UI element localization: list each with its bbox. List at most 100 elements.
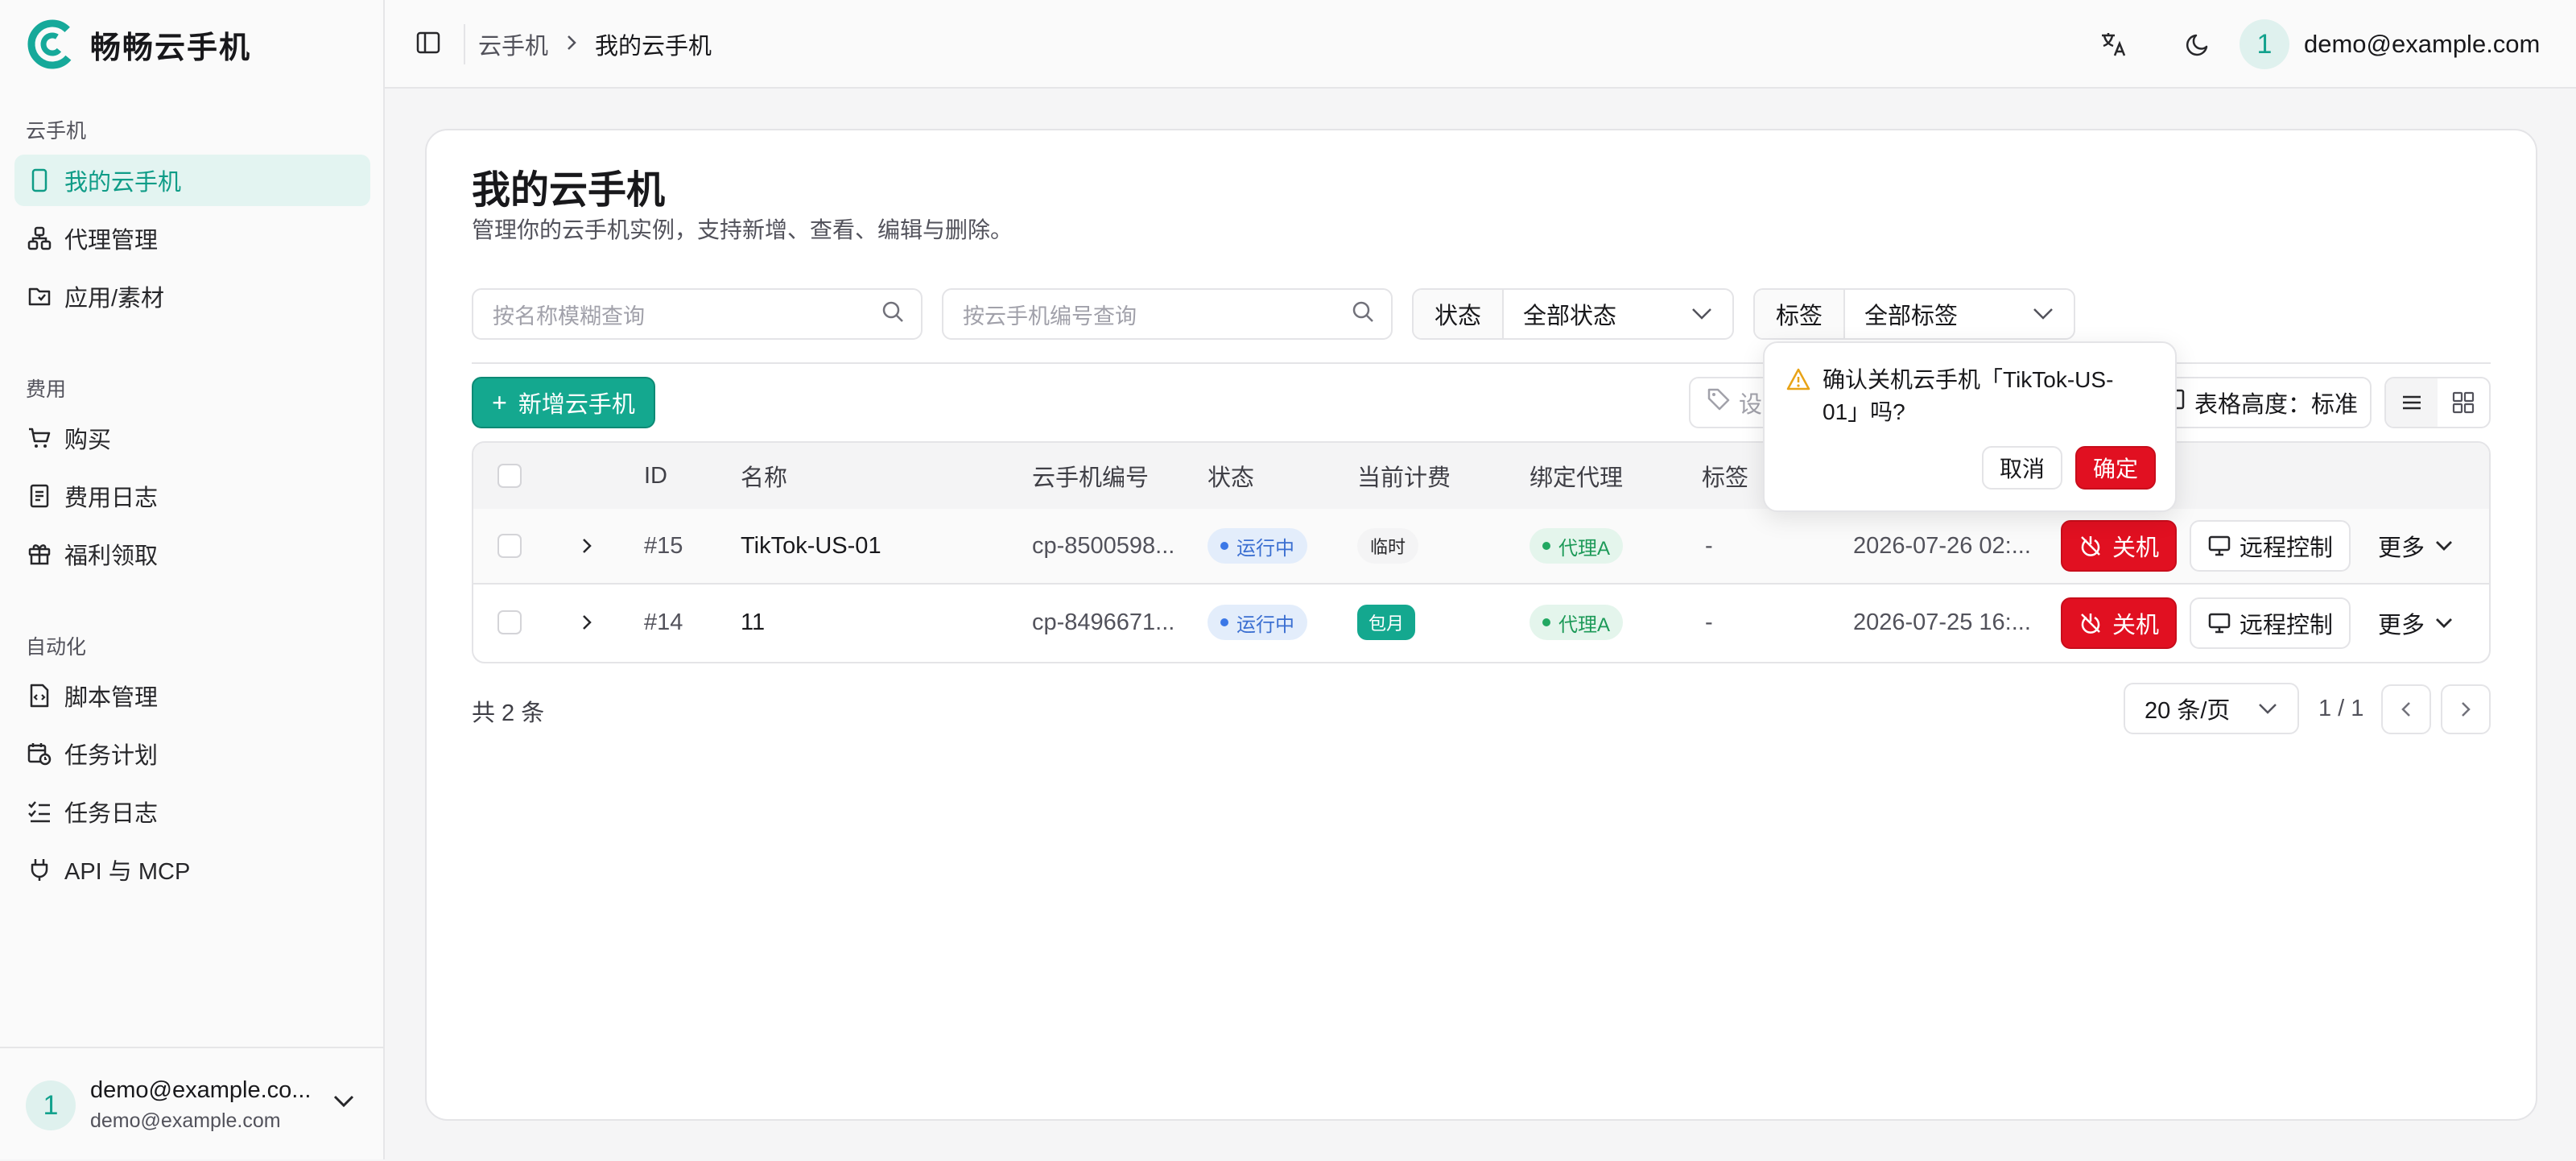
power-off-label: 关机 [2112, 613, 2159, 638]
phones-table: ID 名称 云手机编号 状态 当前计费 绑定代理 标签 #15 TikTok-U… [472, 441, 2491, 663]
power-off-button[interactable]: 关机 [2061, 597, 2177, 649]
row-serial: cp-8500598... [1032, 532, 1175, 559]
sidebar-user[interactable]: 1 demo@example.co... demo@example.com [0, 1047, 383, 1161]
sidebar-item-label: 福利领取 [64, 543, 159, 569]
translate-icon[interactable] [2099, 31, 2128, 62]
next-page-button[interactable] [2441, 684, 2491, 734]
page-size-select[interactable]: 20 条/页 [2124, 683, 2299, 734]
status-selected: 全部状态 [1523, 304, 1617, 329]
header-user-email[interactable]: demo@example.com [2304, 0, 2540, 89]
header-status[interactable]: 状态 [1208, 443, 1254, 509]
proxy-badge: 代理A [1530, 605, 1624, 640]
status-filter-value[interactable]: 全部状态 [1504, 297, 1732, 331]
expand-row-icon[interactable] [581, 585, 592, 660]
sidebar-item-schedule[interactable]: 任务计划 [14, 728, 370, 779]
sidebar-item-label: 任务日志 [64, 801, 159, 827]
list-view-button[interactable] [2386, 378, 2438, 427]
table-row[interactable]: #14 11 cp-8496671... 运行中 包月 代理A - 2026-0… [473, 585, 2489, 660]
row-checkbox[interactable] [497, 534, 522, 558]
row-checkbox[interactable] [497, 610, 522, 634]
status-badge: 运行中 [1208, 605, 1307, 640]
chevron-right-icon [2462, 702, 2471, 717]
power-off-label: 关机 [2112, 535, 2159, 561]
plug-icon [26, 856, 53, 883]
calendar-clock-icon [26, 740, 53, 767]
tag-filter-value[interactable]: 全部标签 [1845, 297, 2074, 331]
status-badge: 运行中 [1208, 528, 1307, 564]
row-time: 2026-07-25 16:... [1853, 609, 2031, 635]
proxy-badge: 代理A [1530, 528, 1624, 564]
header-proxy[interactable]: 绑定代理 [1530, 443, 1623, 509]
search-icon [881, 300, 905, 329]
sidebar-item-label: API 与 MCP [64, 859, 191, 885]
header-tag[interactable]: 标签 [1702, 443, 1748, 509]
list-check-icon [26, 798, 53, 825]
sidebar-item-billing-log[interactable]: 费用日志 [14, 470, 370, 522]
sidebar-item-apps[interactable]: 应用/素材 [14, 271, 370, 322]
row-id: #14 [644, 609, 683, 635]
cancel-button[interactable]: 取消 [1982, 446, 2062, 490]
sidebar-item-my-phones[interactable]: 我的云手机 [14, 155, 370, 206]
remote-control-button[interactable]: 远程控制 [2190, 597, 2351, 649]
add-phone-button[interactable]: + 新增云手机 [472, 377, 655, 428]
status-filter[interactable]: 状态 全部状态 [1412, 288, 1734, 340]
app-logo[interactable]: 畅畅云手机 [26, 18, 251, 71]
select-all-checkbox[interactable] [497, 464, 522, 488]
power-off-button[interactable]: 关机 [2061, 520, 2177, 572]
sidebar-item-scripts[interactable]: 脚本管理 [14, 670, 370, 721]
remote-control-button[interactable]: 远程控制 [2190, 520, 2351, 572]
row-tag: - [1705, 532, 1713, 559]
header-billing[interactable]: 当前计费 [1357, 443, 1451, 509]
status-filter-label: 状态 [1414, 290, 1505, 338]
more-dropdown[interactable]: 更多 [2378, 520, 2454, 572]
sidebar-item-label: 代理管理 [64, 228, 159, 254]
group-title-automation: 自动化 [26, 636, 87, 659]
logo-icon [27, 19, 77, 69]
tag-filter[interactable]: 标签 全部标签 [1753, 288, 2075, 340]
header-name[interactable]: 名称 [741, 443, 787, 509]
row-name: TikTok-US-01 [741, 532, 881, 559]
folder-icon [26, 283, 53, 310]
set-tag-label: 设 [1739, 392, 1763, 418]
moon-icon[interactable] [2185, 31, 2212, 62]
confirm-button[interactable]: 确定 [2075, 446, 2156, 490]
chevron-down-icon [2033, 308, 2053, 320]
page-indicator: 1 / 1 [2318, 695, 2364, 721]
monitor-icon [2208, 535, 2231, 556]
script-icon [26, 682, 53, 709]
sidebar-item-task-log[interactable]: 任务日志 [14, 786, 370, 837]
breadcrumb-item[interactable]: 云手机 [478, 27, 548, 61]
name-search-input[interactable]: 按名称模糊查询 [472, 288, 923, 340]
page-title: 我的云手机 [472, 169, 666, 212]
gift-icon [26, 540, 53, 568]
page-subtitle: 管理你的云手机实例，支持新增、查看、编辑与删除。 [472, 217, 1013, 242]
header-serial[interactable]: 云手机编号 [1032, 443, 1149, 509]
chevron-down-icon[interactable] [332, 1093, 356, 1113]
sidebar-item-label: 脚本管理 [64, 685, 159, 711]
expand-row-icon[interactable] [581, 509, 592, 583]
grid-view-button[interactable] [2438, 378, 2489, 427]
tag-selected: 全部标签 [1864, 304, 1959, 329]
sidebar: 畅畅云手机 云手机 我的云手机 代理管理 应用/素材 费用 购买 费用日志 福利… [0, 0, 385, 1159]
avatar: 1 [26, 1080, 76, 1130]
sidebar-item-api[interactable]: API 与 MCP [14, 844, 370, 895]
prev-page-button[interactable] [2381, 684, 2431, 734]
remote-control-label: 远程控制 [2239, 535, 2333, 561]
sidebar-item-label: 任务计划 [64, 743, 159, 769]
sidebar-item-proxy[interactable]: 代理管理 [14, 213, 370, 264]
monitor-icon [2208, 613, 2231, 634]
more-dropdown[interactable]: 更多 [2378, 597, 2454, 649]
header-avatar[interactable]: 1 [2240, 19, 2289, 69]
list-icon [2403, 395, 2421, 410]
table-row[interactable]: #15 TikTok-US-01 cp-8500598... 运行中 临时 代理… [473, 509, 2489, 585]
sidebar-toggle-icon[interactable] [415, 31, 441, 59]
serial-search-input[interactable]: 按云手机编号查询 [942, 288, 1393, 340]
search-icon [1351, 300, 1375, 329]
more-label: 更多 [2378, 613, 2425, 638]
chevron-down-icon [2436, 618, 2453, 628]
more-label: 更多 [2378, 535, 2425, 561]
sidebar-item-label: 我的云手机 [64, 170, 182, 196]
sidebar-item-buy[interactable]: 购买 [14, 412, 370, 464]
sidebar-item-rewards[interactable]: 福利领取 [14, 528, 370, 580]
header-id[interactable]: ID [644, 443, 667, 509]
